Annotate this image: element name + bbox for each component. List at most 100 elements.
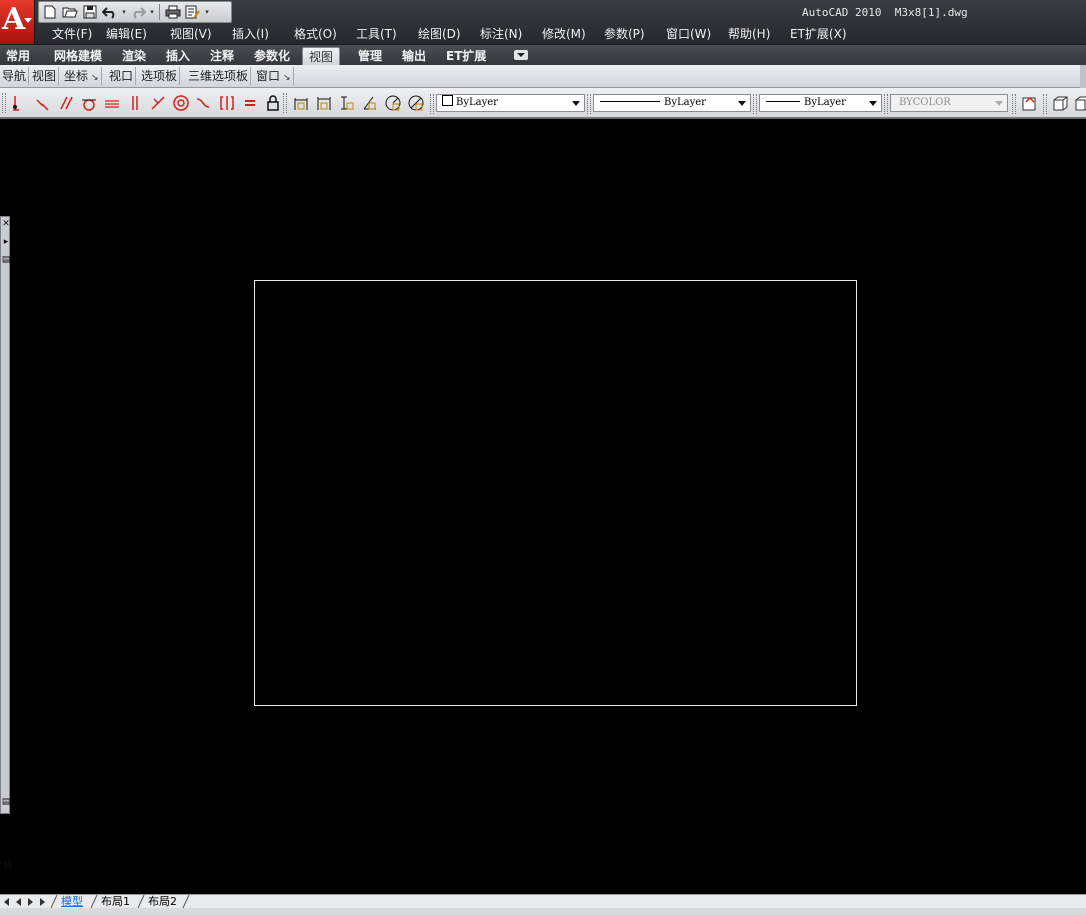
smooth-icon[interactable]	[192, 92, 215, 114]
linetype-control[interactable]: ByLayer	[593, 94, 751, 112]
linear-dim-icon[interactable]	[289, 92, 312, 114]
ribbon-tab[interactable]: 常用	[0, 47, 36, 65]
close-icon[interactable]: ✕	[1, 219, 11, 229]
ribbon-tab[interactable]: ET扩展	[440, 47, 492, 65]
ribbon-tab[interactable]: 插入	[160, 47, 196, 65]
menu-item[interactable]: 修改(M)	[536, 25, 592, 43]
toolbar-grip[interactable]	[753, 94, 757, 114]
parallel-icon[interactable]	[54, 92, 77, 114]
drawing-rectangle	[254, 280, 857, 706]
menu-item[interactable]: ET扩展(X)	[784, 25, 853, 43]
concentric-icon[interactable]	[169, 92, 192, 114]
aligned-dim-icon[interactable]	[358, 92, 381, 114]
toolbar-grip[interactable]	[283, 93, 287, 113]
menu-item[interactable]: 标注(N)	[474, 25, 528, 43]
quick-access-toolbar: ▾ ▾ ▾	[38, 1, 232, 23]
palette-properties-icon[interactable]: ▤	[1, 255, 11, 265]
radial-dim-icon[interactable]	[381, 92, 404, 114]
collinear-icon[interactable]	[31, 92, 54, 114]
menu-item[interactable]: 参数(P)	[598, 25, 651, 43]
menu-item[interactable]: 编辑(E)	[100, 25, 153, 43]
first-layout-icon[interactable]	[1, 896, 12, 907]
menu-item[interactable]: 工具(T)	[350, 25, 403, 43]
toolbar-grip[interactable]	[430, 94, 434, 114]
horizontal-icon[interactable]	[100, 92, 123, 114]
toolbar-grip[interactable]	[587, 94, 591, 114]
vertical-icon[interactable]	[123, 92, 146, 114]
menu-item[interactable]: 窗口(W)	[660, 25, 717, 43]
layout-tab-divider	[90, 894, 98, 909]
perpendicular-icon[interactable]	[146, 92, 169, 114]
ribbon-tab[interactable]: 网格建模	[48, 47, 108, 65]
horizontal-dim-icon[interactable]	[312, 92, 335, 114]
tangent-icon[interactable]	[77, 92, 100, 114]
ribbon-panel[interactable]: 视口	[107, 67, 137, 85]
menu-item[interactable]: 文件(F)	[46, 25, 98, 43]
ribbon-panel-label: 坐标	[64, 69, 89, 83]
ribbon-panel[interactable]: 坐标 ↘	[62, 67, 102, 85]
menu-item[interactable]: 绘图(D)	[412, 25, 467, 43]
redo-dropdown-icon[interactable]: ▾	[149, 4, 155, 20]
last-layout-icon[interactable]	[37, 896, 48, 907]
ribbon-scroll-handle[interactable]	[1080, 65, 1086, 88]
layer-previous-icon[interactable]	[1018, 92, 1041, 114]
window-file-name: M3x8[1].dwg	[894, 6, 968, 19]
menu-item[interactable]: 帮助(H)	[722, 25, 776, 43]
ribbon-tab[interactable]: 管理	[352, 47, 388, 65]
previous-layout-icon[interactable]	[13, 896, 24, 907]
redo-icon[interactable]	[129, 4, 147, 20]
layout-tab[interactable]: 模型	[58, 895, 86, 908]
ribbon-tab[interactable]: 参数化	[248, 47, 296, 65]
toolbar-grip[interactable]	[884, 94, 888, 114]
chevron-down-icon	[517, 53, 525, 57]
plot-style-control[interactable]: BYCOLOR	[890, 94, 1008, 112]
menu-item[interactable]: 视图(V)	[164, 25, 218, 43]
color-control[interactable]: ByLayer	[436, 94, 585, 112]
undo-icon[interactable]	[101, 4, 119, 20]
panel-launcher-icon[interactable]: ↘	[91, 73, 99, 83]
layout-tab[interactable]: 布局2	[145, 895, 180, 908]
toolbar-grip[interactable]	[2, 93, 6, 113]
ribbon-panel[interactable]: 导航	[0, 67, 30, 85]
palette-list-icon[interactable]: ▤	[1, 797, 11, 807]
ribbon-tab[interactable]: 视图	[302, 47, 341, 66]
toolbar-grip[interactable]	[1043, 94, 1047, 114]
fix-icon[interactable]	[261, 92, 284, 114]
lineweight-control[interactable]: ByLayer	[759, 94, 882, 112]
application-menu-button[interactable]: A	[0, 0, 35, 44]
ribbon-panel[interactable]: 选项板	[139, 67, 181, 85]
window-app-name: AutoCAD 2010	[802, 6, 882, 19]
drawing-canvas[interactable]: ✕ ▸ ▤ 特性 ▤	[0, 119, 1086, 894]
ribbon-tab[interactable]: 注释	[204, 47, 240, 65]
view-box-icon[interactable]	[1070, 92, 1086, 114]
autohide-icon[interactable]: ▸	[1, 237, 11, 247]
ribbon-panel[interactable]: 窗口 ↘	[254, 67, 294, 85]
publish-icon[interactable]	[184, 4, 202, 20]
geometric-constraints-toolbar	[2, 92, 284, 114]
coincident-icon[interactable]	[8, 92, 31, 114]
toolbar-grip[interactable]	[1012, 94, 1016, 114]
menu-item[interactable]: 插入(I)	[226, 25, 275, 43]
ribbon-panel[interactable]: 视图	[30, 67, 60, 85]
qat-customize-icon[interactable]: ▾	[204, 4, 210, 20]
equal-icon[interactable]	[238, 92, 261, 114]
panel-launcher-icon[interactable]: ↘	[283, 73, 291, 83]
undo-dropdown-icon[interactable]: ▾	[121, 4, 127, 20]
properties-palette-collapsed[interactable]: ✕ ▸ ▤ 特性 ▤	[0, 216, 11, 870]
view-cube-icon[interactable]	[1048, 92, 1071, 114]
ribbon-tab[interactable]: 渲染	[116, 47, 152, 65]
open-icon[interactable]	[61, 4, 79, 20]
ribbon-panel[interactable]: 三维选项板	[186, 67, 252, 85]
new-icon[interactable]	[41, 4, 59, 20]
layout-tab[interactable]: 布局1	[98, 895, 133, 908]
ribbon-minimize-button[interactable]	[514, 50, 528, 60]
symmetric-icon[interactable]	[215, 92, 238, 114]
window-title: AutoCAD 2010 M3x8[1].dwg	[802, 6, 968, 19]
menu-item[interactable]: 格式(O)	[288, 25, 343, 43]
next-layout-icon[interactable]	[25, 896, 36, 907]
vertical-dim-icon[interactable]	[335, 92, 358, 114]
save-icon[interactable]	[81, 4, 99, 20]
diameter-dim-icon[interactable]	[404, 92, 427, 114]
ribbon-tab[interactable]: 输出	[396, 47, 432, 65]
plot-icon[interactable]	[164, 4, 182, 20]
